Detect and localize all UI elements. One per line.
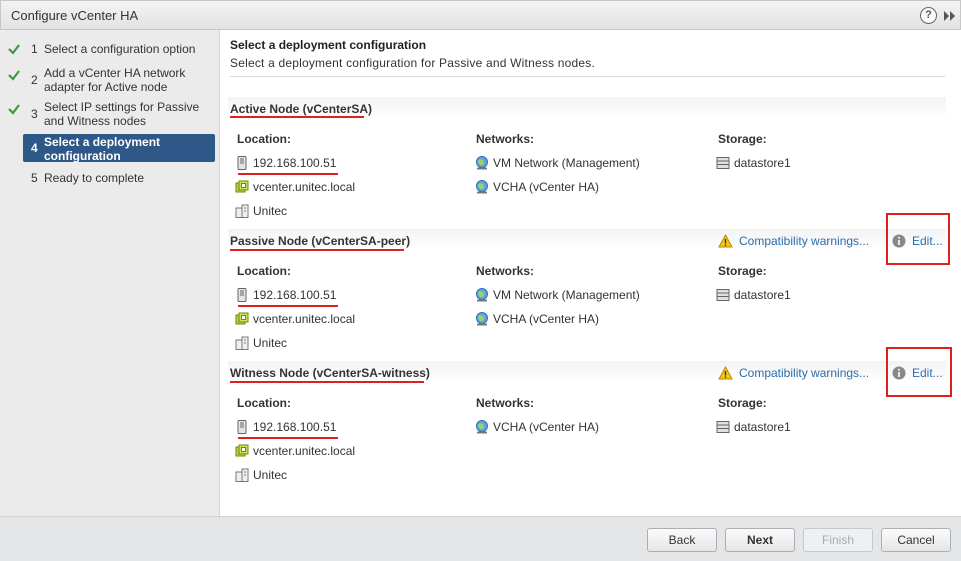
network-icon bbox=[476, 312, 488, 326]
host-ip: 192.168.100.51 bbox=[235, 155, 355, 171]
cancel-button[interactable]: Cancel bbox=[881, 528, 951, 552]
annotation-underline bbox=[230, 381, 424, 383]
check-icon bbox=[8, 44, 20, 55]
dialog-titlebar: Configure vCenter HA ? bbox=[0, 0, 961, 30]
datastore-icon bbox=[716, 421, 730, 433]
storage-label: Storage: bbox=[718, 396, 767, 410]
step-5[interactable]: 5 Ready to complete bbox=[23, 171, 215, 187]
datacenter-icon bbox=[235, 204, 249, 218]
host-icon bbox=[237, 288, 247, 302]
network-icon bbox=[476, 156, 488, 170]
dialog-footer: Back Next Finish Cancel bbox=[0, 516, 961, 561]
datacenter-icon bbox=[235, 468, 249, 482]
host-ip: 192.168.100.51 bbox=[235, 287, 355, 303]
storage-label: Storage: bbox=[718, 264, 767, 278]
network-icon bbox=[476, 420, 488, 434]
annotation-underline bbox=[238, 437, 338, 439]
step-1[interactable]: 1 Select a configuration option bbox=[23, 42, 215, 58]
vcenter-item: vcenter.unitec.local bbox=[235, 443, 375, 459]
annotation-underline bbox=[238, 305, 338, 307]
network-item: VCHA (vCenter HA) bbox=[475, 419, 675, 435]
network-item: VM Network (Management) bbox=[475, 155, 675, 171]
edit-witness-link[interactable]: Edit... bbox=[892, 365, 944, 381]
vcenter-item: vcenter.unitec.local bbox=[235, 179, 375, 195]
host-icon bbox=[237, 420, 247, 434]
page-subtitle: Select a deployment configuration for Pa… bbox=[230, 56, 595, 70]
annotation-underline bbox=[230, 116, 364, 118]
datastore-item: datastore1 bbox=[716, 419, 836, 435]
network-item: VM Network (Management) bbox=[475, 287, 675, 303]
check-icon bbox=[8, 104, 20, 115]
annotation-underline bbox=[230, 249, 404, 251]
witness-node-title: Witness Node (vCenterSA-witness) bbox=[230, 366, 430, 380]
datacenter-item: Unitec bbox=[235, 335, 335, 351]
datacenter-item: Unitec bbox=[235, 203, 335, 219]
divider bbox=[230, 76, 945, 77]
dialog-title: Configure vCenter HA bbox=[11, 8, 139, 23]
edit-passive-link[interactable]: Edit... bbox=[892, 233, 944, 249]
page-title: Select a deployment configuration bbox=[230, 38, 427, 52]
datastore-icon bbox=[716, 157, 730, 169]
compatibility-warnings-link[interactable]: Compatibility warnings... bbox=[718, 365, 878, 381]
vcenter-icon bbox=[235, 312, 249, 325]
datastore-item: datastore1 bbox=[716, 287, 836, 303]
storage-label: Storage: bbox=[718, 132, 767, 146]
networks-label: Networks: bbox=[476, 132, 535, 146]
datacenter-item: Unitec bbox=[235, 467, 335, 483]
location-label: Location: bbox=[237, 264, 291, 278]
datastore-item: datastore1 bbox=[716, 155, 836, 171]
network-icon bbox=[476, 288, 488, 302]
back-button[interactable]: Back bbox=[647, 528, 717, 552]
network-item: VCHA (vCenter HA) bbox=[475, 179, 675, 195]
warning-icon bbox=[718, 234, 733, 248]
check-icon bbox=[8, 70, 20, 81]
network-item: VCHA (vCenter HA) bbox=[475, 311, 675, 327]
expand-icon[interactable] bbox=[943, 9, 957, 23]
vcenter-icon bbox=[235, 180, 249, 193]
host-ip: 192.168.100.51 bbox=[235, 419, 355, 435]
step-2[interactable]: 2 Add a vCenter HA network adapter for A… bbox=[23, 66, 215, 96]
annotation-underline bbox=[238, 173, 338, 175]
step-3[interactable]: 3 Select IP settings for Passive and Wit… bbox=[23, 100, 215, 130]
datastore-icon bbox=[716, 289, 730, 301]
compatibility-warnings-link[interactable]: Compatibility warnings... bbox=[718, 233, 878, 249]
next-button[interactable]: Next bbox=[725, 528, 795, 552]
datacenter-icon bbox=[235, 336, 249, 350]
info-icon bbox=[892, 234, 906, 248]
host-icon bbox=[237, 156, 247, 170]
networks-label: Networks: bbox=[476, 264, 535, 278]
warning-icon bbox=[718, 366, 733, 380]
network-icon bbox=[476, 180, 488, 194]
vcenter-icon bbox=[235, 444, 249, 457]
step-4-active[interactable]: 4 Select a deployment configuration bbox=[23, 134, 215, 163]
networks-label: Networks: bbox=[476, 396, 535, 410]
location-label: Location: bbox=[237, 132, 291, 146]
active-node-title: Active Node (vCenterSA) bbox=[230, 102, 373, 116]
main-content: Select a deployment configuration Select… bbox=[221, 30, 961, 516]
wizard-steps: 1 Select a configuration option 2 Add a … bbox=[0, 30, 220, 516]
vcenter-item: vcenter.unitec.local bbox=[235, 311, 375, 327]
passive-node-title: Passive Node (vCenterSA-peer) bbox=[230, 234, 411, 248]
finish-button[interactable]: Finish bbox=[803, 528, 873, 552]
info-icon bbox=[892, 366, 906, 380]
help-icon[interactable]: ? bbox=[920, 7, 937, 24]
location-label: Location: bbox=[237, 396, 291, 410]
